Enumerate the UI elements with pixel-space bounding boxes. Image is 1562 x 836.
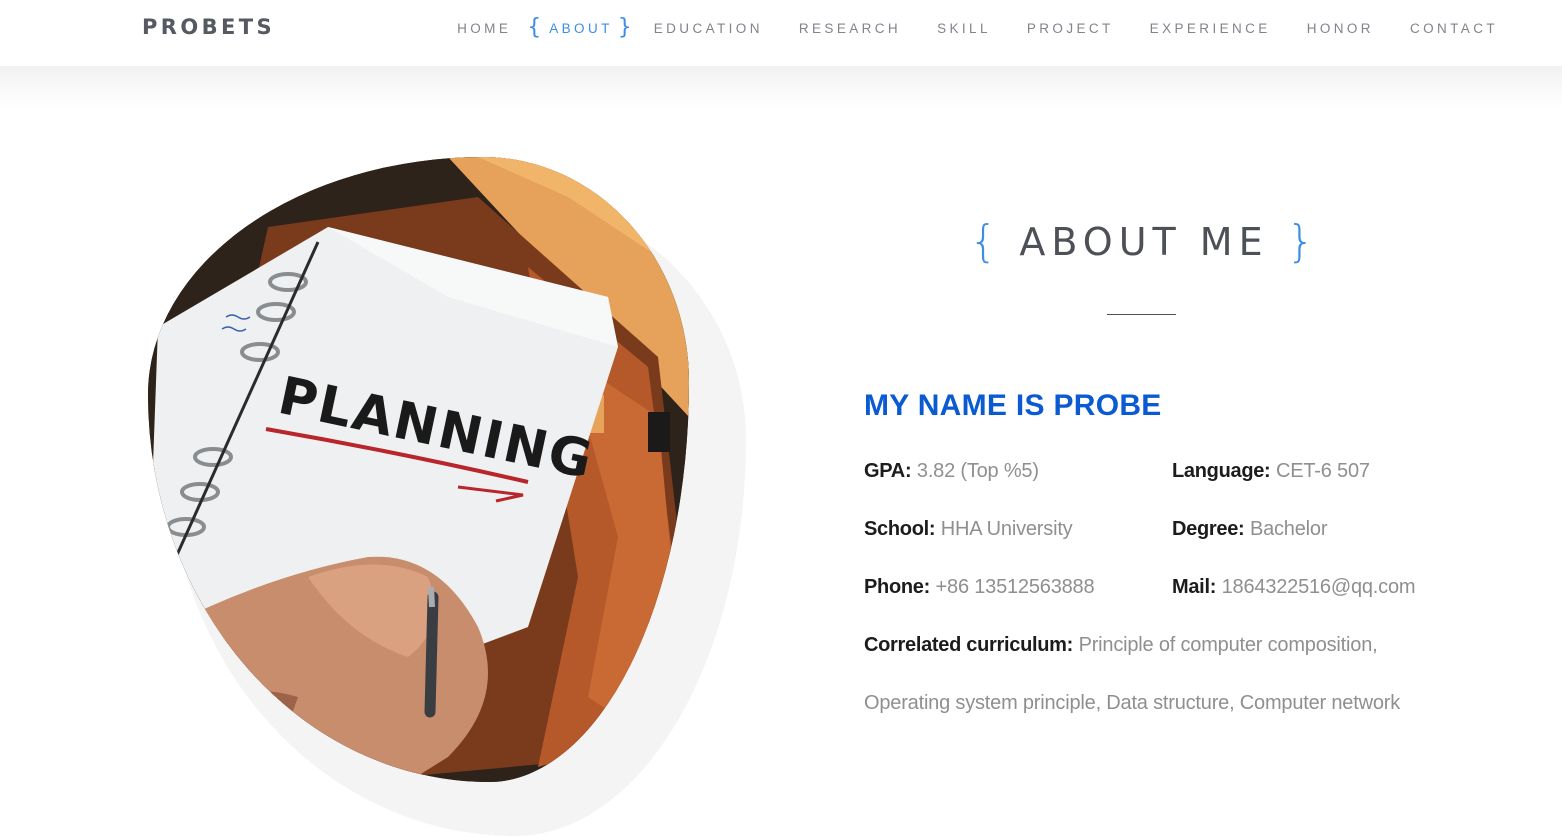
- site-logo[interactable]: PROBETS: [142, 15, 275, 39]
- section-title: ABOUT ME: [1019, 220, 1269, 264]
- nav-experience[interactable]: EXPERIENCE: [1150, 21, 1271, 36]
- degree-label: Degree:: [1172, 518, 1245, 540]
- gpa-label: GPA:: [864, 460, 912, 482]
- heading-brace-right: }: [1286, 216, 1315, 267]
- nav-about[interactable]: { ABOUT }: [527, 17, 632, 39]
- mail-value[interactable]: 1864322516@qq.com: [1222, 576, 1416, 598]
- nav-experience-label: EXPERIENCE: [1149, 20, 1271, 36]
- info-phone: Phone: +86 13512563888: [864, 576, 1095, 599]
- header-shadow: [0, 66, 1562, 110]
- gpa-value: 3.82 (Top %5): [916, 460, 1039, 482]
- curriculum-label: Correlated curriculum:: [864, 634, 1074, 656]
- nav-project-label: PROJECT: [1026, 20, 1114, 36]
- heading-brace-left: {: [969, 216, 998, 267]
- main-nav: HOME { ABOUT } EDUCATION RESEARCH SKILL …: [421, 0, 1498, 56]
- curriculum-value-line2: Operating system principle, Data structu…: [864, 692, 1400, 714]
- name-title: MY NAME IS PROBE: [864, 389, 1162, 422]
- nav-skill-label: SKILL: [937, 20, 991, 36]
- nav-home[interactable]: HOME: [457, 21, 511, 36]
- about-photo: PLANNING: [148, 157, 689, 782]
- info-degree: Degree: Bachelor: [1172, 518, 1327, 541]
- nav-contact[interactable]: CONTACT: [1410, 21, 1498, 36]
- nav-research[interactable]: RESEARCH: [799, 21, 901, 36]
- nav-about-label: ABOUT: [549, 20, 613, 36]
- language-label: Language:: [1172, 460, 1271, 482]
- nav-honor-label: HONOR: [1306, 20, 1374, 36]
- nav-education[interactable]: EDUCATION: [654, 21, 763, 36]
- nav-project[interactable]: PROJECT: [1027, 21, 1114, 36]
- phone-label: Phone:: [864, 576, 930, 598]
- top-navbar: PROBETS HOME { ABOUT } EDUCATION RESEARC…: [0, 0, 1562, 66]
- nav-skill[interactable]: SKILL: [937, 21, 991, 36]
- info-curriculum-continued: Operating system principle, Data structu…: [864, 692, 1400, 715]
- info-language: Language: CET-6 507: [1172, 460, 1370, 483]
- school-label: School:: [864, 518, 936, 540]
- mail-label: Mail:: [1172, 576, 1217, 598]
- nav-active-brace-left: {: [527, 15, 542, 40]
- nav-research-label: RESEARCH: [798, 20, 902, 36]
- degree-value: Bachelor: [1249, 518, 1328, 540]
- language-value: CET-6 507: [1275, 460, 1370, 482]
- curriculum-value-line1: Principle of computer composition,: [1078, 634, 1378, 656]
- info-curriculum: Correlated curriculum: Principle of comp…: [864, 634, 1378, 657]
- info-mail: Mail: 1864322516@qq.com: [1172, 576, 1416, 599]
- school-value: HHA University: [940, 518, 1073, 540]
- nav-active-brace-right: }: [617, 15, 632, 40]
- phone-value[interactable]: +86 13512563888: [936, 576, 1095, 598]
- info-gpa: GPA: 3.82 (Top %5): [864, 460, 1039, 483]
- nav-education-label: EDUCATION: [653, 20, 763, 36]
- section-heading: { ABOUT ME }: [864, 216, 1420, 267]
- info-school: School: HHA University: [864, 518, 1073, 541]
- nav-home-label: HOME: [457, 20, 512, 36]
- heading-divider: [1107, 314, 1176, 315]
- nav-honor[interactable]: HONOR: [1307, 21, 1374, 36]
- nav-contact-label: CONTACT: [1409, 20, 1498, 36]
- planning-notebook-illustration: PLANNING: [148, 157, 689, 782]
